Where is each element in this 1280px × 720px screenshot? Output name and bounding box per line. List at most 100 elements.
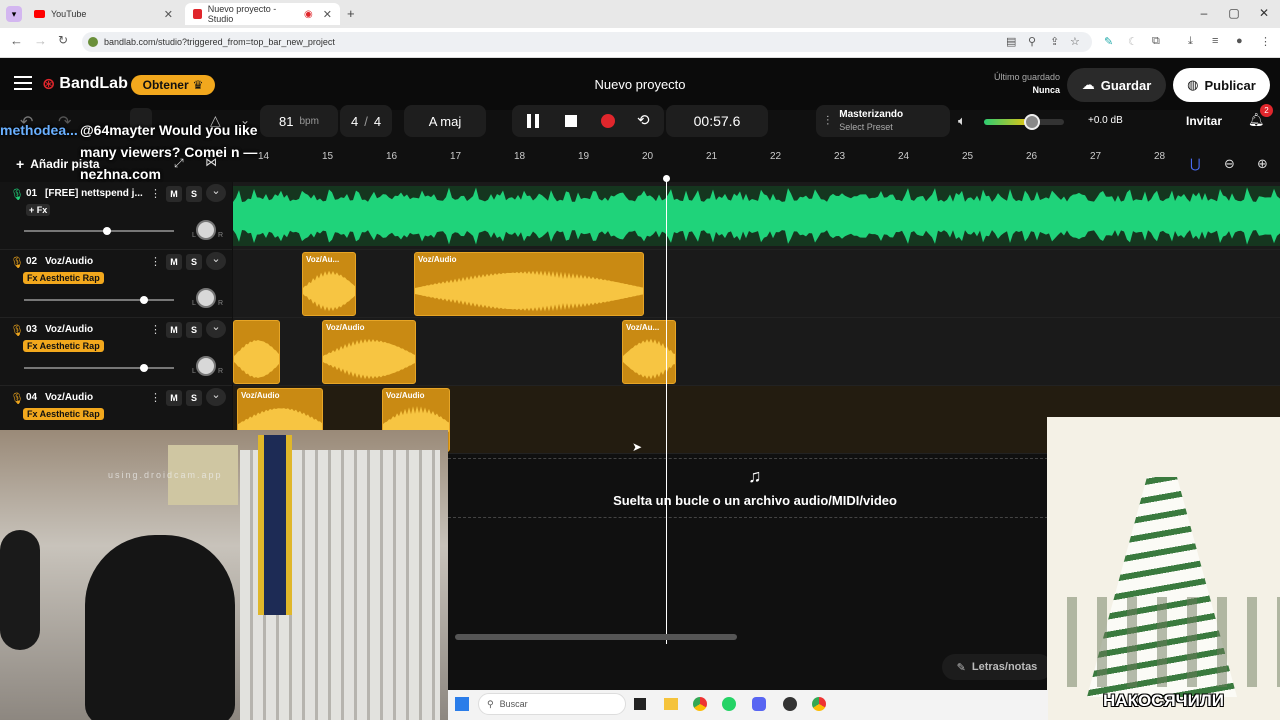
track-name[interactable]: Voz/Audio	[45, 392, 93, 403]
audio-clip[interactable]: Voz/Audio	[322, 320, 416, 384]
tab-search-button[interactable]: ▾	[6, 6, 22, 22]
audio-clip[interactable]: Voz/Au...	[622, 320, 676, 384]
minimize-icon[interactable]: –	[1194, 6, 1214, 20]
solo-button[interactable]: S	[186, 254, 202, 270]
record-button[interactable]	[601, 114, 615, 128]
track-name[interactable]: Voz/Audio	[45, 256, 93, 267]
track-menu-icon[interactable]: ⋮	[150, 255, 161, 268]
solo-button[interactable]: S	[186, 322, 202, 338]
save-button[interactable]: ☁ Guardar	[1067, 68, 1166, 102]
download-icon[interactable]: ⤓	[1188, 35, 1193, 48]
audio-clip[interactable]: Voz/Audio	[414, 252, 644, 316]
back-icon[interactable]: ←	[10, 33, 23, 48]
lyrics-notes-button[interactable]: ✎ Letras/notas	[942, 654, 1052, 680]
mic-icon: 🎙︎	[10, 393, 24, 405]
zoom-out-icon[interactable]: ⊖	[1224, 156, 1235, 172]
track-name[interactable]: [FREE] nettspend j...	[45, 188, 143, 199]
browser-app-icon[interactable]	[812, 697, 826, 711]
mute-button[interactable]: M	[166, 390, 182, 406]
url-field[interactable]: bandlab.com/studio?triggered_from=top_ba…	[82, 32, 1092, 52]
mastering-button[interactable]: ⫶ Masterizando Select Preset	[816, 105, 950, 137]
track-volume-slider[interactable]	[24, 367, 174, 369]
forward-icon[interactable]: →	[34, 33, 47, 48]
bpm-control[interactable]: 81 bpm	[260, 105, 338, 137]
media-icon[interactable]: ≡	[1212, 35, 1218, 47]
new-tab-button[interactable]: +	[347, 6, 355, 21]
tab-youtube[interactable]: YouTube ✕	[26, 3, 181, 25]
snap-magnet-icon[interactable]: ⋃	[1190, 156, 1201, 172]
fx-preset-badge[interactable]: Fx Aesthetic Rap	[23, 272, 104, 284]
chrome-icon[interactable]	[693, 697, 707, 711]
zoom-icon[interactable]: ⚲	[1028, 35, 1036, 48]
track-volume-slider[interactable]	[24, 299, 174, 301]
project-title[interactable]: Nuevo proyecto	[540, 77, 740, 92]
extension-icon[interactable]: ✎	[1104, 35, 1113, 48]
pause-button[interactable]	[527, 114, 539, 128]
track-volume-knob[interactable]	[140, 296, 148, 304]
track-volume-slider[interactable]	[24, 230, 174, 232]
time-signature-control[interactable]: 4 / 4	[340, 105, 392, 137]
mic-icon: 🎙︎	[10, 257, 24, 269]
stop-button[interactable]	[565, 115, 577, 127]
audio-clip[interactable]: Voz/Au...	[302, 252, 356, 316]
file-explorer-icon[interactable]	[664, 698, 678, 710]
track-volume-knob[interactable]	[140, 364, 148, 372]
track-lane-02[interactable]	[233, 250, 1280, 318]
playhead[interactable]	[666, 178, 667, 644]
track-expand-icon[interactable]: ⌄	[206, 184, 226, 202]
playhead-marker[interactable]	[663, 175, 670, 182]
hamburger-menu-icon[interactable]	[14, 76, 32, 90]
whatsapp-icon[interactable]	[722, 697, 736, 711]
close-tab-icon[interactable]: ✕	[164, 8, 173, 21]
add-fx-button[interactable]: + Fx	[26, 204, 51, 216]
close-window-icon[interactable]: ✕	[1254, 6, 1274, 20]
maximize-icon[interactable]: ▢	[1224, 6, 1244, 20]
tab-studio[interactable]: Nuevo proyecto - Studio ◉ ✕	[185, 3, 340, 25]
obtener-button[interactable]: Obtener ♛	[131, 75, 215, 95]
track-name[interactable]: Voz/Audio	[45, 324, 93, 335]
fx-preset-badge[interactable]: Fx Aesthetic Rap	[23, 340, 104, 352]
horizontal-scrollbar[interactable]	[455, 634, 737, 640]
pan-knob[interactable]	[196, 356, 216, 376]
loop-icon[interactable]: ⟲	[637, 111, 650, 129]
publish-button[interactable]: ◍ Publicar	[1173, 68, 1270, 102]
profile-icon[interactable]: ●	[1236, 35, 1243, 47]
browser-menu-icon[interactable]: ⋮	[1260, 35, 1271, 48]
pan-knob[interactable]	[196, 220, 216, 240]
key-control[interactable]: A maj	[404, 105, 486, 137]
mute-button[interactable]: M	[166, 322, 182, 338]
track-menu-icon[interactable]: ⋮	[150, 187, 161, 200]
invite-button[interactable]: Invitar	[1174, 114, 1234, 128]
speaker-icon[interactable]: 🔈︎	[958, 113, 966, 129]
discord-icon[interactable]	[752, 697, 766, 711]
app-icon[interactable]	[783, 697, 797, 711]
fx-preset-badge[interactable]: Fx Aesthetic Rap	[23, 408, 104, 420]
bandlab-logo[interactable]: ⊛ BandLab	[42, 74, 128, 94]
bookmark-star-icon[interactable]: ☆	[1070, 35, 1080, 48]
track-expand-icon[interactable]: ⌄	[206, 252, 226, 270]
track-expand-icon[interactable]: ⌄	[206, 320, 226, 338]
moon-icon[interactable]: ☾	[1128, 35, 1138, 48]
zoom-in-icon[interactable]: ⊕	[1257, 156, 1268, 172]
beat-waveform[interactable]	[233, 186, 1280, 246]
pan-knob[interactable]	[196, 288, 216, 308]
solo-button[interactable]: S	[186, 390, 202, 406]
mute-button[interactable]: M	[166, 254, 182, 270]
solo-button[interactable]: S	[186, 186, 202, 202]
track-expand-icon[interactable]: ⌄	[206, 388, 226, 406]
install-icon[interactable]: ⇪	[1050, 35, 1059, 48]
audio-clip[interactable]	[233, 320, 280, 384]
reload-icon[interactable]: ↻	[58, 33, 68, 47]
master-volume-knob[interactable]	[1024, 114, 1040, 130]
mute-button[interactable]: M	[166, 186, 182, 202]
windows-start-icon[interactable]	[455, 697, 469, 711]
close-tab-icon[interactable]: ✕	[323, 8, 332, 21]
track-menu-icon[interactable]: ⋮	[150, 323, 161, 336]
extensions-puzzle-icon[interactable]: ⧉	[1152, 35, 1160, 48]
master-volume-slider[interactable]	[984, 114, 1064, 130]
taskbar-search[interactable]: ⚲ Buscar	[478, 693, 626, 715]
track-menu-icon[interactable]: ⋮	[150, 391, 161, 404]
track-volume-knob[interactable]	[102, 227, 111, 235]
task-view-icon[interactable]	[634, 698, 646, 710]
reader-icon[interactable]: ▤	[1006, 35, 1016, 48]
